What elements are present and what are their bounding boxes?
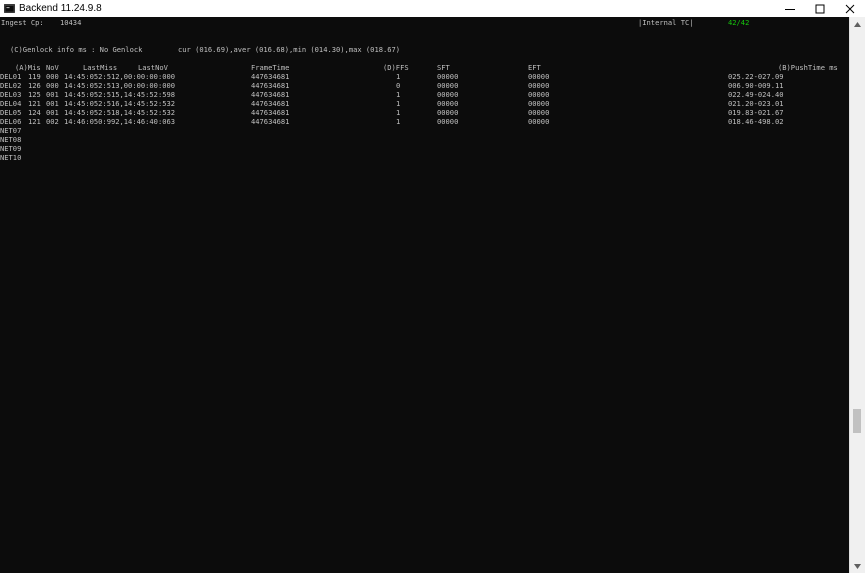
row-push-time: 018.46-498.02 xyxy=(728,117,784,126)
col-eft: EFT xyxy=(528,63,541,72)
row-frame-time: 447634681 xyxy=(251,72,290,81)
row-miss-times: 14:45:052:513,00:00:00:000 xyxy=(64,81,176,90)
title-bar: Backend 11.24.9.8 xyxy=(0,0,865,18)
window-title: Backend 11.24.9.8 xyxy=(19,3,102,14)
row-name: DEL03 xyxy=(0,90,22,99)
row-push-time: 022.49-024.40 xyxy=(728,90,784,99)
row-mis: 121 xyxy=(28,117,41,126)
row-push-time: 021.20-023.01 xyxy=(728,99,784,108)
row-ffs: 1 xyxy=(396,72,401,81)
row-sft: 00000 xyxy=(437,81,459,90)
row-miss-times: 14:45:052:518,14:45:52:532 xyxy=(64,108,176,117)
row-mis: 121 xyxy=(28,99,41,108)
row-miss-times: 14:46:050:992,14:46:40:063 xyxy=(64,117,176,126)
col-sft: SFT xyxy=(437,63,450,72)
row-nov: 001 xyxy=(46,90,59,99)
row-name: DEL06 xyxy=(0,117,22,126)
row-miss-times: 14:45:052:512,00:00:00:000 xyxy=(64,72,176,81)
row-mis: 126 xyxy=(28,81,41,90)
internal-tc-label: |Internal TC| xyxy=(638,18,694,27)
net-row: NET09 xyxy=(0,144,22,153)
row-eft: 00000 xyxy=(528,99,550,108)
net-row: NET07 xyxy=(0,126,22,135)
minimize-button[interactable] xyxy=(775,0,805,17)
row-eft: 00000 xyxy=(528,72,550,81)
close-icon xyxy=(845,4,855,13)
row-name: DEL05 xyxy=(0,108,22,117)
row-frame-time: 447634681 xyxy=(251,90,290,99)
scroll-down-button[interactable] xyxy=(850,559,865,573)
row-miss-times: 14:45:052:515,14:45:52:598 xyxy=(64,90,176,99)
col-mis: (A)Mis xyxy=(15,63,41,72)
col-ffs: (D)FFS xyxy=(383,63,409,72)
col-last-nov: LastNoV xyxy=(138,63,168,72)
col-last-miss: LastMiss xyxy=(83,63,118,72)
row-name: DEL01 xyxy=(0,72,22,81)
col-frame-time: FrameTime xyxy=(251,63,290,72)
row-frame-time: 447634681 xyxy=(251,99,290,108)
row-ffs: 1 xyxy=(396,108,401,117)
console-output[interactable]: Ingest Cp: 10434 |Internal TC| 42/42 (C)… xyxy=(0,17,850,573)
row-sft: 00000 xyxy=(437,72,459,81)
row-ffs: 1 xyxy=(396,99,401,108)
row-miss-times: 14:45:052:516,14:45:52:532 xyxy=(64,99,176,108)
row-eft: 00000 xyxy=(528,108,550,117)
row-nov: 000 xyxy=(46,72,59,81)
row-eft: 00000 xyxy=(528,117,550,126)
row-mis: 119 xyxy=(28,72,41,81)
internal-tc-value: 42/42 xyxy=(728,18,750,27)
row-ffs: 0 xyxy=(396,81,401,90)
col-nov: NoV xyxy=(46,63,59,72)
row-name: DEL04 xyxy=(0,99,22,108)
row-frame-time: 447634681 xyxy=(251,81,290,90)
minimize-icon xyxy=(785,8,795,10)
vertical-scrollbar[interactable] xyxy=(849,17,865,573)
scroll-up-button[interactable] xyxy=(850,17,865,31)
scroll-down-icon xyxy=(854,563,861,569)
row-sft: 00000 xyxy=(437,90,459,99)
row-eft: 00000 xyxy=(528,81,550,90)
row-name: DEL02 xyxy=(0,81,22,90)
row-frame-time: 447634681 xyxy=(251,117,290,126)
maximize-icon xyxy=(815,4,825,13)
row-sft: 00000 xyxy=(437,117,459,126)
row-nov: 001 xyxy=(46,99,59,108)
close-button[interactable] xyxy=(835,0,865,17)
genlock-stats: cur (016.69),aver (016.68),min (014.30),… xyxy=(178,45,401,54)
row-eft: 00000 xyxy=(528,90,550,99)
maximize-button[interactable] xyxy=(805,0,835,17)
net-row: NET10 xyxy=(0,153,22,162)
row-push-time: 006.90-009.11 xyxy=(728,81,784,90)
row-ffs: 1 xyxy=(396,117,401,126)
ingest-label: Ingest Cp: xyxy=(1,18,44,27)
console-app-icon xyxy=(4,4,15,13)
row-sft: 00000 xyxy=(437,99,459,108)
row-frame-time: 447634681 xyxy=(251,108,290,117)
genlock-info: (C)Genlock info ms : No Genlock xyxy=(10,45,143,54)
row-push-time: 019.83-021.67 xyxy=(728,108,784,117)
row-mis: 125 xyxy=(28,90,41,99)
net-row: NET08 xyxy=(0,135,22,144)
col-push-time: (B)PushTime ms xyxy=(778,63,838,72)
row-nov: 001 xyxy=(46,108,59,117)
scrollbar-thumb[interactable] xyxy=(853,409,861,433)
scroll-up-icon xyxy=(854,21,861,27)
row-push-time: 025.22-027.09 xyxy=(728,72,784,81)
row-ffs: 1 xyxy=(396,90,401,99)
row-mis: 124 xyxy=(28,108,41,117)
row-nov: 000 xyxy=(46,81,59,90)
ingest-value: 10434 xyxy=(60,18,82,27)
row-nov: 002 xyxy=(46,117,59,126)
row-sft: 00000 xyxy=(437,108,459,117)
